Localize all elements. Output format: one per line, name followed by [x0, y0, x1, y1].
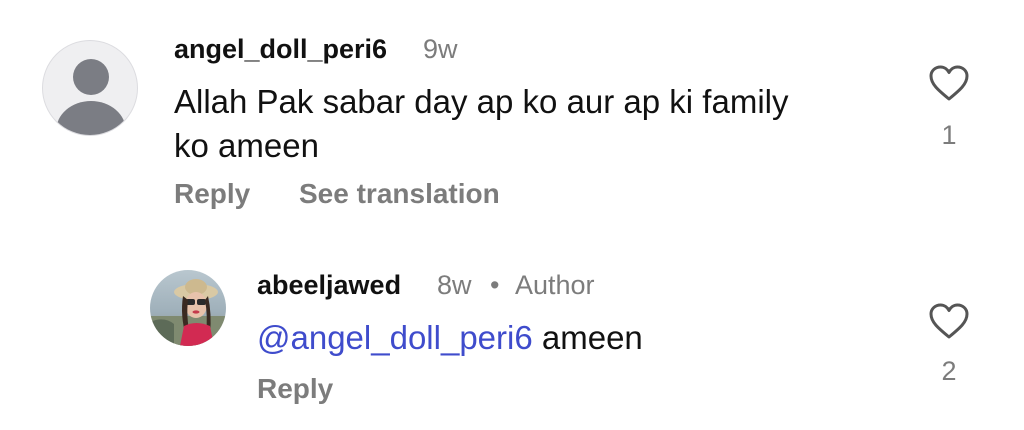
like-count: 1: [941, 120, 957, 150]
comment-timestamp: 9w: [423, 34, 458, 64]
profile-photo: [150, 270, 226, 346]
reply-username[interactable]: abeeljawed: [257, 270, 401, 301]
avatar-shoulders: [56, 101, 126, 135]
heart-outline-icon[interactable]: [928, 302, 970, 340]
comment-text-line: ko ameen: [174, 127, 319, 164]
comment-text: Allah Pak sabar day ap ko aur ap ki fami…: [174, 80, 788, 168]
reply-text: @angel_doll_peri6 ameen: [257, 316, 643, 360]
heart-outline-icon[interactable]: [928, 64, 970, 102]
reply-button[interactable]: Reply: [257, 373, 333, 405]
reply-timestamp: 8w: [437, 270, 472, 300]
default-avatar-icon[interactable]: [42, 40, 138, 136]
user-avatar[interactable]: [150, 270, 226, 346]
comment-username[interactable]: angel_doll_peri6: [174, 34, 387, 65]
like-count: 2: [941, 356, 957, 386]
see-translation-button[interactable]: See translation: [299, 178, 500, 210]
mention-link[interactable]: @angel_doll_peri6: [257, 319, 533, 356]
avatar-head: [73, 59, 109, 95]
meta-separator: •: [490, 270, 500, 300]
reply-button[interactable]: Reply: [174, 178, 250, 210]
reply-text-content: ameen: [532, 319, 643, 356]
author-badge: Author: [515, 270, 595, 300]
comment-text-line: Allah Pak sabar day ap ko aur ap ki fami…: [174, 83, 789, 120]
